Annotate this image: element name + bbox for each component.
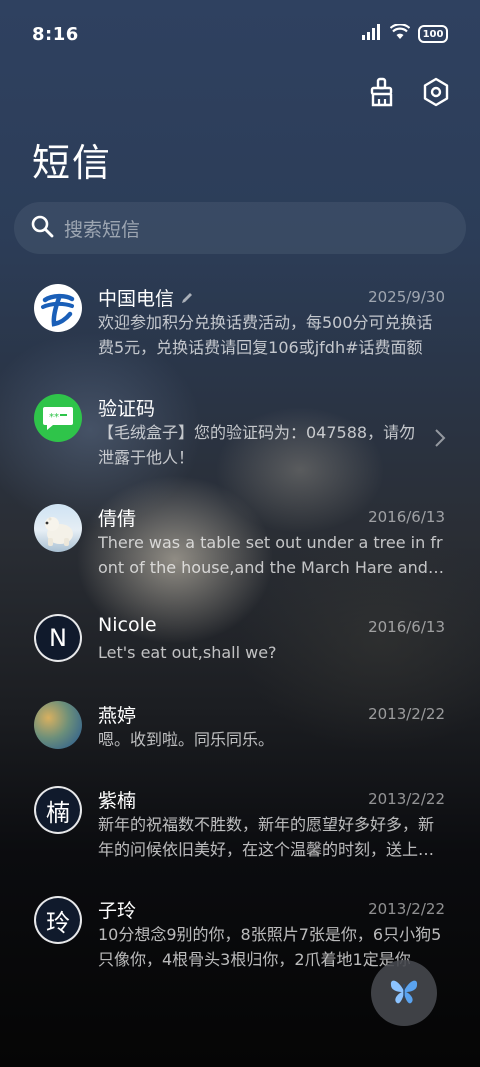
message-date: 2013/2/22 (368, 705, 445, 723)
contact-name: Nicole (98, 614, 157, 636)
status-time: 8:16 (32, 23, 79, 45)
landscape-photo (34, 701, 82, 749)
message-preview: 新年的祝福数不胜数，新年的愿望好多好多，新年的问候依旧美好，在这个温馨的时刻，送… (98, 815, 435, 859)
message-preview: 【毛绒盒子】您的验证码为：047588，请勿泄露于他人！ (98, 423, 416, 467)
contact-name: 验证码 (98, 398, 156, 420)
contact-name: 子玲 (98, 900, 137, 922)
polar-bear-photo (34, 504, 82, 552)
settings-hexagon-icon[interactable] (418, 74, 454, 110)
floating-action-button[interactable] (371, 960, 437, 1026)
message-bubble-icon: ** (34, 394, 82, 442)
conversation-item[interactable]: 倩倩 2016/6/13 There was a table set out u… (0, 492, 480, 602)
message-date: 2025/9/30 (368, 288, 445, 306)
message-date: 2016/6/13 (368, 508, 445, 526)
message-preview: 嗯。收到啦。同乐同乐。 (98, 730, 275, 749)
svg-text:**: ** (49, 412, 59, 423)
conversation-item[interactable]: N Nicole 2016/6/13 Let's eat out,shall w… (0, 602, 480, 689)
message-date: 2016/6/13 (368, 618, 445, 636)
search-icon (30, 214, 54, 242)
conversation-list: 中国电信 2025/9/30 欢迎参加积分兑换话费活动，每500分可兑换话费5元… (0, 272, 480, 994)
butterfly-icon (388, 976, 420, 1010)
pencil-icon (180, 288, 194, 310)
chevron-right-icon[interactable] (434, 428, 446, 452)
top-toolbar (364, 74, 454, 110)
avatar: 玲 (34, 896, 82, 944)
search-placeholder: 搜索短信 (64, 218, 141, 241)
message-preview: Let's eat out,shall we? (98, 643, 277, 662)
battery-indicator: 100 (418, 25, 448, 43)
conversation-item[interactable]: 燕婷 2013/2/22 嗯。收到啦。同乐同乐。 (0, 689, 480, 774)
page-title: 短信 (32, 141, 113, 185)
china-telecom-logo (34, 284, 82, 332)
message-date: 2013/2/22 (368, 900, 445, 918)
contact-name: 倩倩 (98, 508, 137, 530)
broom-icon[interactable] (364, 74, 400, 110)
contact-name: 中国电信 (98, 284, 194, 311)
message-preview: 欢迎参加积分兑换话费活动，每500分可兑换话费5元，兑换话费请回复106或jfd… (98, 313, 433, 357)
message-date: 2013/2/22 (368, 790, 445, 808)
avatar: N (34, 614, 82, 662)
signal-icon (362, 24, 382, 44)
status-bar: 8:16 100 (0, 0, 480, 68)
wifi-icon (389, 23, 411, 44)
message-preview: There was a table set out under a tree i… (98, 533, 443, 577)
avatar: 楠 (34, 786, 82, 834)
search-bar[interactable]: 搜索短信 (14, 202, 466, 254)
conversation-item[interactable]: ** 验证码 【毛绒盒子】您的验证码为：047588，请勿泄露于他人！ (0, 382, 480, 492)
contact-name: 燕婷 (98, 705, 137, 727)
contact-name: 紫楠 (98, 790, 137, 812)
conversation-item[interactable]: 中国电信 2025/9/30 欢迎参加积分兑换话费活动，每500分可兑换话费5元… (0, 272, 480, 382)
conversation-item[interactable]: 楠 紫楠 2013/2/22 新年的祝福数不胜数，新年的愿望好多好多，新年的问候… (0, 774, 480, 884)
status-icons: 100 (362, 23, 448, 44)
